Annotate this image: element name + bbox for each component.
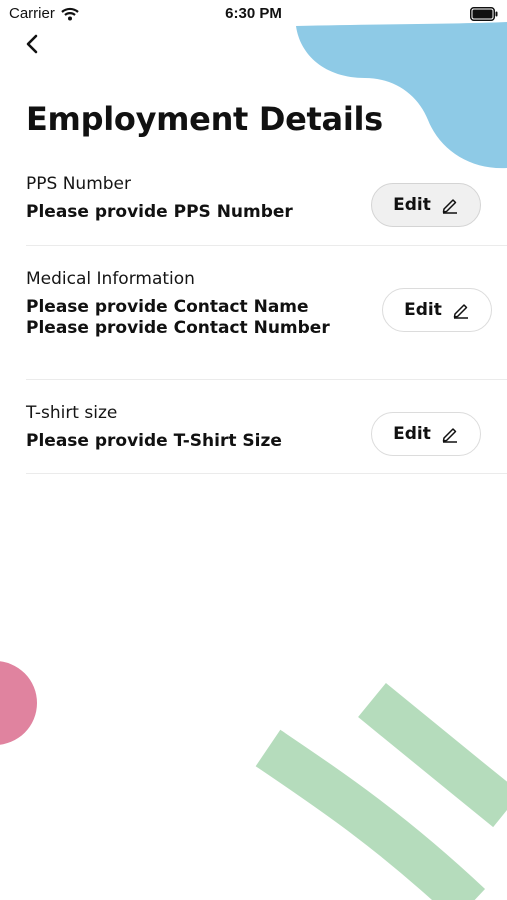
blue-blob (296, 22, 507, 169)
pink-blob (0, 661, 37, 745)
edit-tshirt-size-button[interactable]: Edit (371, 412, 481, 456)
status-time: 6:30 PM (225, 5, 282, 22)
edit-button-label: Edit (393, 195, 431, 215)
battery-icon (470, 7, 498, 21)
edit-button-label: Edit (393, 424, 431, 444)
chevron-left-icon (26, 34, 38, 54)
pencil-icon (442, 199, 457, 214)
edit-pps-number-button[interactable]: Edit (371, 183, 481, 227)
medical-information-label: Medical Information (26, 269, 195, 289)
edit-button-label: Edit (404, 300, 442, 320)
divider (26, 379, 507, 380)
divider (26, 245, 507, 246)
back-button[interactable] (18, 30, 46, 58)
pencil-icon (453, 304, 468, 319)
divider (26, 473, 507, 474)
pencil-icon (442, 428, 457, 443)
page-title: Employment Details (26, 100, 383, 138)
status-bar: Carrier 6:30 PM (0, 0, 507, 28)
edit-medical-information-button[interactable]: Edit (382, 288, 492, 332)
green-stroke (255, 682, 507, 900)
